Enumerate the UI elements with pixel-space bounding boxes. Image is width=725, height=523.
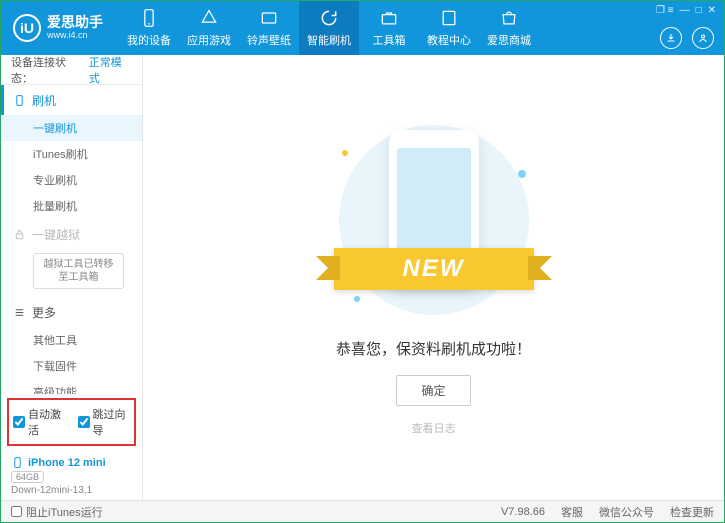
status-bar: 阻止iTunes运行 V7.98.66 客服 微信公众号 检查更新	[1, 500, 724, 522]
block-itunes-checkbox[interactable]: 阻止iTunes运行	[11, 504, 103, 520]
nav-flash[interactable]: 智能刷机	[299, 1, 359, 55]
sidebar-jailbreak-header: 一键越狱	[1, 219, 142, 249]
main-nav: 我的设备 应用游戏 铃声壁纸 智能刷机 工具箱 教程中心 爱思商城	[119, 1, 539, 55]
nav-ringtones[interactable]: 铃声壁纸	[239, 1, 299, 55]
close-button[interactable]: ✕	[708, 5, 716, 16]
confirm-button[interactable]: 确定	[396, 375, 470, 406]
menu-button[interactable]: ❐ ≡	[656, 5, 674, 16]
nav-apps[interactable]: 应用游戏	[179, 1, 239, 55]
sidebar-oneclick-flash[interactable]: 一键刷机	[1, 115, 142, 141]
book-icon	[439, 8, 459, 28]
support-link[interactable]: 客服	[561, 504, 583, 520]
sidebar-batch-flash[interactable]: 批量刷机	[1, 193, 142, 219]
options-highlight: 自动激活 跳过向导	[7, 398, 136, 446]
nav-my-device[interactable]: 我的设备	[119, 1, 179, 55]
sidebar-flash-header[interactable]: 刷机	[1, 85, 142, 115]
success-illustration: NEW	[324, 120, 544, 320]
media-icon	[259, 8, 279, 28]
auto-activate-checkbox[interactable]: 自动激活	[13, 406, 66, 438]
app-title: 爱思助手	[47, 15, 103, 30]
update-link[interactable]: 检查更新	[670, 504, 714, 520]
download-icon	[665, 32, 677, 44]
minimize-button[interactable]: —	[680, 5, 690, 16]
wechat-link[interactable]: 微信公众号	[599, 504, 654, 520]
store-icon	[499, 8, 519, 28]
logo-icon: iU	[13, 14, 41, 42]
nav-store[interactable]: 爱思商城	[479, 1, 539, 55]
phone-small-icon	[13, 94, 26, 107]
new-ribbon: NEW	[334, 248, 534, 290]
sidebar-pro-flash[interactable]: 专业刷机	[1, 167, 142, 193]
app-subtitle: www.i4.cn	[47, 31, 103, 41]
sidebar-advanced[interactable]: 高级功能	[1, 379, 142, 394]
window-controls: ❐ ≡ — □ ✕	[656, 5, 716, 16]
version-label: V7.98.66	[501, 506, 545, 518]
topbar: iU 爱思助手 www.i4.cn 我的设备 应用游戏 铃声壁纸 智能刷机 工具…	[1, 1, 724, 55]
refresh-icon	[319, 8, 339, 28]
user-button[interactable]	[692, 27, 714, 49]
storage-badge: 64GB	[11, 471, 44, 483]
lock-icon	[13, 228, 26, 241]
sidebar: 设备连接状态：正常模式 刷机 一键刷机 iTunes刷机 专业刷机 批量刷机 一…	[1, 55, 143, 500]
sidebar-other-tools[interactable]: 其他工具	[1, 327, 142, 353]
toolbox-icon	[379, 8, 399, 28]
success-message: 恭喜您，保资料刷机成功啦！	[336, 338, 531, 359]
list-icon	[13, 306, 26, 319]
logo: iU 爱思助手 www.i4.cn	[1, 1, 115, 55]
maximize-button[interactable]: □	[696, 5, 702, 16]
device-name: iPhone 12 mini	[28, 457, 106, 469]
device-phone-icon	[11, 456, 24, 469]
nav-toolbox[interactable]: 工具箱	[359, 1, 419, 55]
skip-wizard-checkbox[interactable]: 跳过向导	[78, 406, 131, 438]
main-content: NEW 恭喜您，保资料刷机成功啦！ 确定 查看日志	[143, 55, 724, 500]
device-model: Down-12mini-13,1	[11, 485, 132, 496]
device-panel[interactable]: iPhone 12 mini 64GB Down-12mini-13,1	[1, 450, 142, 500]
download-button[interactable]	[660, 27, 682, 49]
jailbreak-note: 越狱工具已转移至工具箱	[33, 253, 124, 289]
sidebar-download-firmware[interactable]: 下载固件	[1, 353, 142, 379]
nav-tutorials[interactable]: 教程中心	[419, 1, 479, 55]
apps-icon	[199, 8, 219, 28]
phone-icon	[139, 8, 159, 28]
user-icon	[697, 32, 709, 44]
sidebar-itunes-flash[interactable]: iTunes刷机	[1, 141, 142, 167]
connection-mode: 正常模式	[89, 54, 132, 86]
view-log-link[interactable]: 查看日志	[412, 420, 456, 436]
connection-status: 设备连接状态：正常模式	[1, 55, 142, 85]
sidebar-more-header[interactable]: 更多	[1, 297, 142, 327]
